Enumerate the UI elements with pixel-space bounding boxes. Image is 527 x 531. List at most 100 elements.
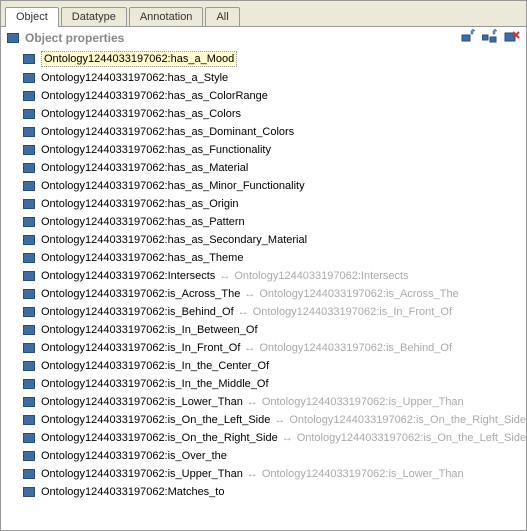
inverse-label: Ontology1244033197062:is_Upper_Than	[262, 395, 464, 409]
inverse-arrow-icon: ↔	[219, 269, 230, 283]
property-label: Ontology1244033197062:is_Behind_Of	[41, 305, 234, 319]
object-property-icon	[23, 325, 35, 335]
property-label: Ontology1244033197062:is_On_the_Right_Si…	[41, 431, 278, 445]
delete-icon[interactable]	[504, 29, 520, 45]
property-row[interactable]: Ontology1244033197062:has_as_Functionali…	[1, 141, 526, 159]
object-property-icon	[7, 33, 19, 43]
tab-all[interactable]: All	[205, 7, 239, 26]
object-property-icon	[23, 109, 35, 119]
object-property-icon	[23, 343, 35, 353]
object-property-icon	[23, 73, 35, 83]
object-property-icon	[23, 163, 35, 173]
property-label: Ontology1244033197062:has_as_Minor_Funct…	[41, 179, 305, 193]
property-label: Ontology1244033197062:is_On_the_Left_Sid…	[41, 413, 270, 427]
object-property-icon	[23, 217, 35, 227]
object-property-icon	[23, 451, 35, 461]
property-row[interactable]: Ontology1244033197062:is_Upper_Than↔Onto…	[1, 465, 526, 483]
property-label: Ontology1244033197062:is_In_Front_Of	[41, 341, 240, 355]
property-row[interactable]: Ontology1244033197062:is_On_the_Left_Sid…	[1, 411, 526, 429]
object-property-icon	[23, 289, 35, 299]
inverse-arrow-icon: ↔	[282, 431, 293, 445]
property-label: Ontology1244033197062:has_as_Theme	[41, 251, 243, 265]
property-row[interactable]: Ontology1244033197062:has_as_Material	[1, 159, 526, 177]
inverse-label: Ontology1244033197062:is_Behind_Of	[259, 341, 452, 355]
property-row[interactable]: Ontology1244033197062:Matches_to	[1, 483, 526, 501]
object-property-icon	[23, 433, 35, 443]
object-property-icon	[23, 361, 35, 371]
add-sibling-icon[interactable]	[460, 29, 476, 45]
tab-object[interactable]: Object	[5, 7, 59, 27]
property-row[interactable]: Ontology1244033197062:is_In_Between_Of	[1, 321, 526, 339]
properties-panel: Object properties Ontology1244033197062:…	[1, 27, 526, 530]
property-label: Ontology1244033197062:Intersects	[41, 269, 215, 283]
property-row[interactable]: Ontology1244033197062:has_as_Dominant_Co…	[1, 123, 526, 141]
tab-datatype[interactable]: Datatype	[61, 7, 127, 26]
property-label: Ontology1244033197062:is_In_the_Middle_O…	[41, 377, 269, 391]
property-label: Ontology1244033197062:has_as_Pattern	[41, 215, 245, 229]
object-property-icon	[23, 91, 35, 101]
property-label: Ontology1244033197062:has_as_Dominant_Co…	[41, 125, 294, 139]
property-label: Ontology1244033197062:is_Over_the	[41, 449, 227, 463]
property-label: Ontology1244033197062:is_Lower_Than	[41, 395, 243, 409]
property-label: Ontology1244033197062:has_a_Style	[41, 71, 228, 85]
panel-header: Object properties	[1, 27, 526, 49]
object-property-icon	[23, 127, 35, 137]
property-label: Ontology1244033197062:is_In_the_Center_O…	[41, 359, 269, 373]
property-label: Ontology1244033197062:has_as_Origin	[41, 197, 239, 211]
object-property-icon	[23, 307, 35, 317]
property-row[interactable]: Ontology1244033197062:is_Behind_Of ↔ Ontol…	[1, 303, 526, 321]
object-property-icon	[23, 199, 35, 209]
property-label: Ontology1244033197062:is_In_Between_Of	[41, 323, 258, 337]
inverse-label: Ontology1244033197062:is_On_the_Left_Sid…	[297, 431, 526, 445]
property-label: Ontology1244033197062:has_as_ColorRange	[41, 89, 268, 103]
object-property-icon	[23, 145, 35, 155]
inverse-arrow-icon: ↔	[244, 287, 255, 301]
panel-title: Object properties	[25, 31, 124, 45]
property-row[interactable]: Ontology1244033197062:is_Over_the	[1, 447, 526, 465]
inverse-arrow-icon: ↔	[238, 305, 249, 319]
inverse-arrow-icon: ↔	[274, 413, 285, 427]
property-row[interactable]: Ontology1244033197062:has_as_Theme	[1, 249, 526, 267]
inverse-label: Ontology1244033197062:Intersects	[234, 269, 408, 283]
property-row[interactable]: Ontology1244033197062:has_as_Origin	[1, 195, 526, 213]
property-label: Ontology1244033197062:has_as_Colors	[41, 107, 241, 121]
property-label: Ontology1244033197062:is_Upper_Than	[41, 467, 243, 481]
inverse-arrow-icon: ↔	[244, 341, 255, 355]
property-label: Ontology1244033197062:has_as_Secondary_M…	[41, 233, 307, 247]
object-property-icon	[23, 487, 35, 497]
object-property-icon	[23, 54, 35, 64]
tab-bar: Object Datatype Annotation All	[1, 1, 526, 27]
property-label: Ontology1244033197062:is_Across_The	[41, 287, 240, 301]
object-property-icon	[23, 235, 35, 245]
object-property-icon	[23, 379, 35, 389]
property-row[interactable]: Ontology1244033197062:is_Across_The ↔ Onto…	[1, 285, 526, 303]
inverse-label: Ontology1244033197062:is_Lower_Than	[262, 467, 464, 481]
property-row[interactable]: Ontology1244033197062:has_as_Colors	[1, 105, 526, 123]
object-property-icon	[23, 469, 35, 479]
property-label: Ontology1244033197062:has_as_Material	[41, 161, 248, 175]
property-row[interactable]: Ontology1244033197062:has_a_Mood	[1, 49, 526, 69]
inverse-label: Ontology1244033197062:is_On_the_Right_Si…	[289, 413, 526, 427]
inverse-label: Ontology1244033197062:is_In_Front_Of	[253, 305, 452, 319]
property-row[interactable]: Ontology1244033197062:is_In_the_Center_O…	[1, 357, 526, 375]
property-row[interactable]: Ontology1244033197062:has_a_Style	[1, 69, 526, 87]
property-row[interactable]: Ontology1244033197062:is_Lower_Than↔Onto…	[1, 393, 526, 411]
property-row[interactable]: Ontology1244033197062:Intersects ↔ Ontolog…	[1, 267, 526, 285]
property-tree: Ontology1244033197062:has_a_Mood Ontology…	[1, 49, 526, 505]
property-label: Ontology1244033197062:Matches_to	[41, 485, 224, 499]
object-property-icon	[23, 271, 35, 281]
object-property-icon	[23, 415, 35, 425]
property-row[interactable]: Ontology1244033197062:has_as_ColorRange	[1, 87, 526, 105]
property-label: Ontology1244033197062:has_a_Mood	[41, 51, 237, 67]
property-row[interactable]: Ontology1244033197062:has_as_Pattern	[1, 213, 526, 231]
object-property-icon	[23, 181, 35, 191]
add-child-icon[interactable]	[482, 29, 498, 45]
inverse-label: Ontology1244033197062:is_Across_The	[259, 287, 458, 301]
tab-annotation[interactable]: Annotation	[129, 7, 204, 26]
property-row[interactable]: Ontology1244033197062:is_In_the_Middle_O…	[1, 375, 526, 393]
property-row[interactable]: Ontology1244033197062:is_In_Front_Of ↔ Ont…	[1, 339, 526, 357]
property-row[interactable]: Ontology1244033197062:has_as_Minor_Funct…	[1, 177, 526, 195]
property-row[interactable]: Ontology1244033197062:has_as_Secondary_M…	[1, 231, 526, 249]
property-row[interactable]: Ontology1244033197062:is_On_the_Right_Si…	[1, 429, 526, 447]
object-property-icon	[23, 253, 35, 263]
